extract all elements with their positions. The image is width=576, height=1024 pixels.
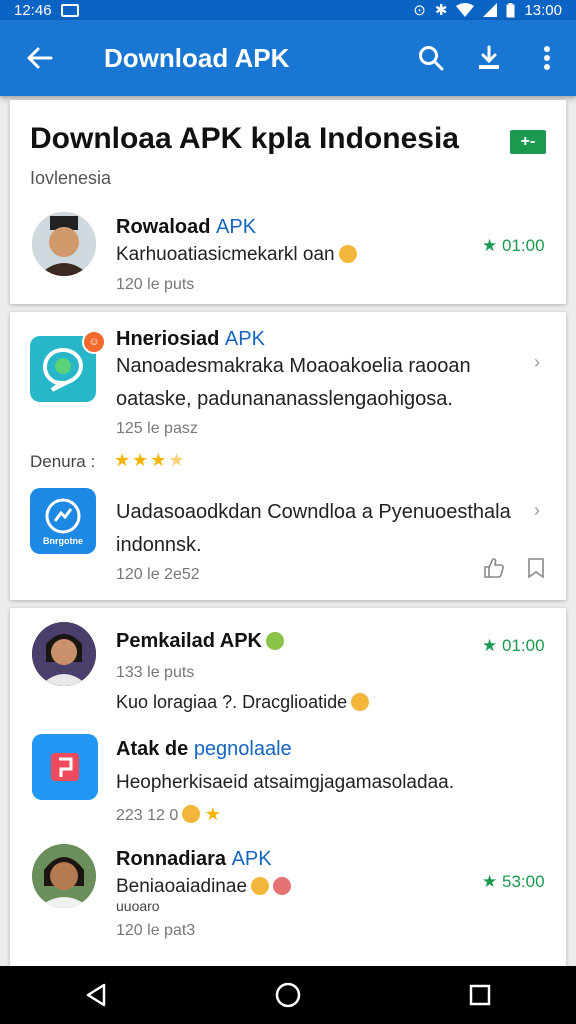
avatar [32,622,96,686]
app-icon-label: Bnrgotne [43,536,83,546]
app-name[interactable]: Ronnadiara APK [116,848,272,871]
emoji-icon [351,693,370,711]
app-name[interactable]: Hneriosiad APK [116,328,265,351]
app-name-accent: APK [216,216,257,238]
app-description-extra: uuoaro [116,898,160,914]
app-meta: 120 le pat3 [116,922,196,939]
square-recents-icon [469,984,491,1006]
app-description-text: Kuo loragiaa ?. Dracglioatide [116,692,348,712]
bluetooth-icon: ✱ [434,2,448,19]
app-description-text: Karhuoatiasicmekarkl oan [116,244,335,265]
wifi-icon [456,3,475,17]
more-vert-icon [544,46,550,70]
nav-recents-button[interactable] [440,966,520,1024]
emoji-icon [273,877,292,895]
download-button[interactable] [460,20,518,96]
app-list-card: ☺ Hneriosiad APK Nanoadesmakraka Moaoako… [10,312,566,600]
emoji-icon [251,877,270,895]
status-time-left: 12:46 [14,1,52,19]
app-description: Karhuoatiasicmekarkl oan [116,244,357,266]
content-scroll[interactable]: Downloaa APK kpla Indonesia +- Iovlenesi… [0,96,576,966]
page-title: Downloaa APK kpla Indonesia [30,122,459,155]
app-name-accent: APK [224,328,265,350]
avatar [32,844,96,908]
app-name-accent: APK [231,848,272,870]
nav-back-button[interactable] [56,966,136,1024]
system-nav-bar [0,966,576,1024]
app-meta: 120 le puts [116,276,195,293]
star-icon: ★ [204,804,221,824]
thumbs-up-icon[interactable] [482,556,506,580]
app-meta: 223 12 0 ★ [116,804,221,825]
star-rating: ★★★★ [114,450,187,470]
app-rating: ★ 01:00 [482,236,545,256]
app-rating: ★ 01:00 [482,636,545,656]
bookmark-icon[interactable] [524,556,548,580]
app-name[interactable]: Atak de pegnolaale [116,738,292,761]
app-meta: 120 le 2e52 [116,566,200,583]
photo-app-icon[interactable] [32,734,98,800]
page-subtitle: Iovlenesia [30,168,112,188]
app-rating: ★ 53:00 [482,872,545,892]
app-meta-text: 223 12 0 [116,807,179,824]
badge-icon: ☺ [82,330,106,354]
nav-home-button[interactable] [248,966,328,1024]
alarm-icon: ⊙ [413,2,426,19]
status-time-right: 13:00 [524,1,562,19]
app-description: Uadasoaodkdan Cowndloa a Pyenuoesthala i… [116,501,511,556]
messenger-app-icon[interactable]: Bnrgotne [30,488,96,554]
app-bar: Download APK [0,20,576,96]
triangle-back-icon [86,983,106,1007]
more-options-button[interactable] [518,20,576,96]
download-icon [479,45,499,69]
battery-icon [506,2,515,17]
chevron-right-icon[interactable]: › [534,352,540,373]
app-description-text: Beniaoaiadinae [116,876,248,897]
app-description: Kuo loragiaa ?. Dracglioatide [116,692,370,713]
rating-label: Denura : [30,452,96,471]
search-button[interactable] [402,20,460,96]
app-rating-value: 53:00 [501,872,545,891]
emoji-icon [338,245,357,263]
app-name-text: Pemkailad APK [116,630,262,652]
chevron-right-icon[interactable]: › [534,500,540,521]
app-meta: 133 le puts [116,664,195,681]
arrow-back-icon [27,47,53,69]
notification-icon [60,3,79,17]
app-description: Heopherkisaeid atsaimgjagamasoladaa. [116,772,454,793]
app-description: Nanoadesmakraka Moaoakoelia raooan oatas… [116,355,471,410]
app-rating-value: 01:00 [501,636,545,655]
app-name-bold: Atak de [116,738,189,760]
star-icon: ★ [482,872,498,891]
star-icon: ★ [482,636,498,655]
app-name-accent: pegnolaale [193,738,292,760]
app-list-card-2: Pemkailad APK 133 le puts Kuo loragiaa ?… [10,608,566,966]
app-name[interactable]: Rowaload APK [116,216,256,239]
back-button[interactable] [0,20,78,96]
app-rating-value: 01:00 [501,236,545,255]
app-title: Download APK [104,42,290,73]
emoji-icon [182,805,201,823]
signal-icon [483,3,498,17]
app-description: Beniaoaiadinae [116,876,292,898]
circle-home-icon [275,982,301,1008]
action-chip[interactable]: +- [510,130,546,154]
app-meta: 125 le pasz [116,420,198,437]
search-icon [419,46,444,71]
app-name-bold: Hneriosiad [116,328,220,350]
app-name-bold: Ronnadiara [116,848,227,870]
app-name[interactable]: Pemkailad APK [116,630,284,653]
header-card: Downloaa APK kpla Indonesia +- Iovlenesi… [10,100,566,304]
avatar [32,212,96,276]
app-name-bold: Rowaload [116,216,211,238]
emoji-icon [266,632,284,650]
status-bar: 12:46 ⊙ ✱ 13:00 [0,0,576,20]
star-icon: ★ [482,236,498,255]
